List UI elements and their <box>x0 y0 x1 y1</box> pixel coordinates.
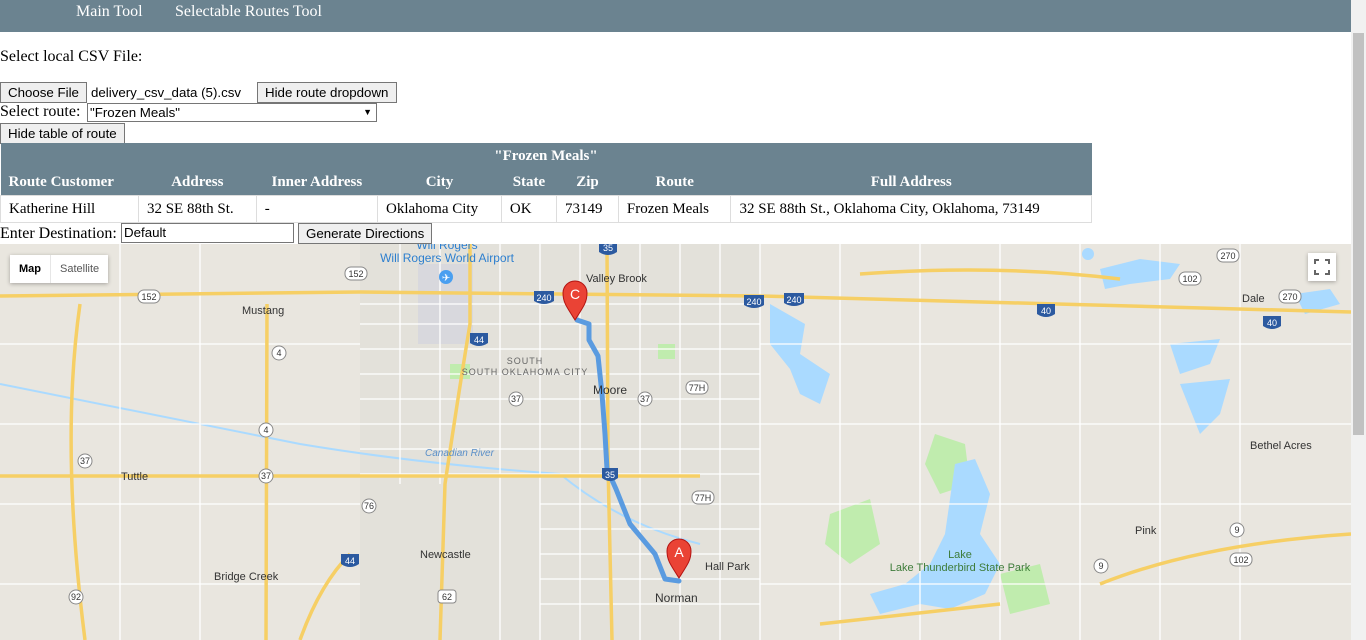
label-dale: Dale <box>1242 293 1265 305</box>
svg-text:37: 37 <box>640 394 650 404</box>
map-type-map[interactable]: Map <box>10 255 50 283</box>
label-norman: Norman <box>655 591 698 605</box>
svg-text:77H: 77H <box>689 383 706 393</box>
cell-full-address: 32 SE 88th St., Oklahoma City, Oklahoma,… <box>730 195 1092 223</box>
route-table: "Frozen Meals" Route Customer Address In… <box>0 143 1092 223</box>
svg-text:40: 40 <box>1041 306 1051 316</box>
label-canadian-river: Canadian River <box>425 448 495 459</box>
table-row: Katherine Hill 32 SE 88th St. - Oklahoma… <box>0 195 1092 223</box>
label-south-okc: SOUTH OKLAHOMA CITY <box>462 367 589 377</box>
svg-text:37: 37 <box>80 456 90 466</box>
svg-text:62: 62 <box>442 592 452 602</box>
svg-text:152: 152 <box>141 292 156 302</box>
label-bethel-acres: Bethel Acres <box>1250 440 1312 452</box>
svg-text:102: 102 <box>1182 274 1197 284</box>
map-canvas[interactable]: C A ✈ 35 152 152 240 240 240 40 40 44 4 … <box>0 244 1351 640</box>
cell-inner-address: - <box>255 195 379 223</box>
svg-text:240: 240 <box>786 295 801 305</box>
label-newcastle: Newcastle <box>420 549 471 561</box>
svg-text:270: 270 <box>1282 292 1297 302</box>
col-route-customer: Route Customer <box>0 169 139 196</box>
destination-input[interactable]: Default <box>121 223 294 243</box>
nav-main-tool[interactable]: Main Tool <box>76 3 143 21</box>
svg-text:A: A <box>674 544 684 560</box>
svg-text:✈: ✈ <box>442 273 450 284</box>
generate-directions-button[interactable]: Generate Directions <box>298 223 432 244</box>
table-header-row: Route Customer Address Inner Address Cit… <box>0 169 1092 196</box>
label-airport: Will Rogers World Airport <box>380 251 514 265</box>
cell-zip: 73149 <box>556 195 619 223</box>
selected-file-name: delivery_csv_data (5).csv <box>91 85 242 100</box>
svg-text:76: 76 <box>364 501 374 511</box>
svg-text:C: C <box>570 286 580 302</box>
svg-text:35: 35 <box>605 470 615 480</box>
map-graphic[interactable]: C A ✈ 35 152 152 240 240 240 40 40 44 4 … <box>0 244 1351 640</box>
svg-text:4: 4 <box>276 348 281 358</box>
cell-route: Frozen Meals <box>617 195 732 223</box>
svg-text:152: 152 <box>348 269 363 279</box>
label-bridge-creek: Bridge Creek <box>214 571 279 583</box>
label-mustang: Mustang <box>242 305 284 317</box>
svg-text:270: 270 <box>1220 251 1235 261</box>
col-address: Address <box>138 169 257 196</box>
select-route-label: Select route: <box>0 103 81 120</box>
fullscreen-icon <box>1314 259 1330 275</box>
svg-text:44: 44 <box>345 556 355 566</box>
hide-route-dropdown-button[interactable]: Hide route dropdown <box>257 82 397 103</box>
svg-text:4: 4 <box>263 425 268 435</box>
svg-text:92: 92 <box>71 592 81 602</box>
map-type-satellite[interactable]: Satellite <box>50 255 108 283</box>
label-pink: Pink <box>1135 525 1157 537</box>
label-tuttle: Tuttle <box>121 471 148 483</box>
label-hall-park: Hall Park <box>705 561 750 573</box>
nav-selectable-routes-tool[interactable]: Selectable Routes Tool <box>175 3 322 21</box>
svg-text:37: 37 <box>511 394 521 404</box>
svg-text:77H: 77H <box>695 493 712 503</box>
route-select[interactable]: "Frozen Meals" ▼ <box>87 103 377 122</box>
svg-text:37: 37 <box>261 471 271 481</box>
svg-text:102: 102 <box>1233 555 1248 565</box>
table-title: "Frozen Meals" <box>0 143 1092 169</box>
hide-table-button[interactable]: Hide table of route <box>0 123 125 144</box>
destination-label: Enter Destination: <box>0 225 117 242</box>
airport-icon: ✈ <box>439 270 453 284</box>
col-inner-address: Inner Address <box>256 169 378 196</box>
choose-file-button[interactable]: Choose File <box>0 82 87 103</box>
svg-text:40: 40 <box>1267 318 1277 328</box>
col-state: State <box>501 169 557 196</box>
label-lake-thunderbird: Lake Thunderbird State Park <box>890 562 1031 574</box>
cell-route-customer: Katherine Hill <box>0 195 139 223</box>
label-valley-brook: Valley Brook <box>586 273 647 285</box>
svg-text:44: 44 <box>474 335 484 345</box>
svg-text:SOUTH: SOUTH <box>507 356 544 366</box>
cell-address: 32 SE 88th St. <box>137 195 257 223</box>
col-full-address: Full Address <box>730 169 1092 196</box>
svg-text:35: 35 <box>603 244 613 253</box>
svg-text:240: 240 <box>746 297 761 307</box>
svg-text:Lake: Lake <box>948 549 972 561</box>
route-select-value: "Frozen Meals" <box>90 105 180 120</box>
map-type-control: Map Satellite <box>10 255 109 283</box>
scrollbar-thumb[interactable] <box>1353 33 1364 435</box>
svg-text:9: 9 <box>1098 561 1103 571</box>
csv-label: Select local CSV File: <box>0 48 143 65</box>
col-route: Route <box>618 169 731 196</box>
page-scrollbar[interactable] <box>1351 0 1366 640</box>
shield-interstate-icon: 35 <box>599 244 617 255</box>
svg-text:240: 240 <box>536 293 551 303</box>
top-nav: Main Tool Selectable Routes Tool <box>0 0 1351 32</box>
svg-text:9: 9 <box>1234 525 1239 535</box>
label-moore: Moore <box>593 383 627 397</box>
cell-city: Oklahoma City <box>377 195 502 223</box>
col-zip: Zip <box>556 169 619 196</box>
chevron-down-icon: ▼ <box>363 107 372 117</box>
col-city: City <box>377 169 502 196</box>
cell-state: OK <box>500 195 558 223</box>
fullscreen-button[interactable] <box>1308 253 1336 281</box>
